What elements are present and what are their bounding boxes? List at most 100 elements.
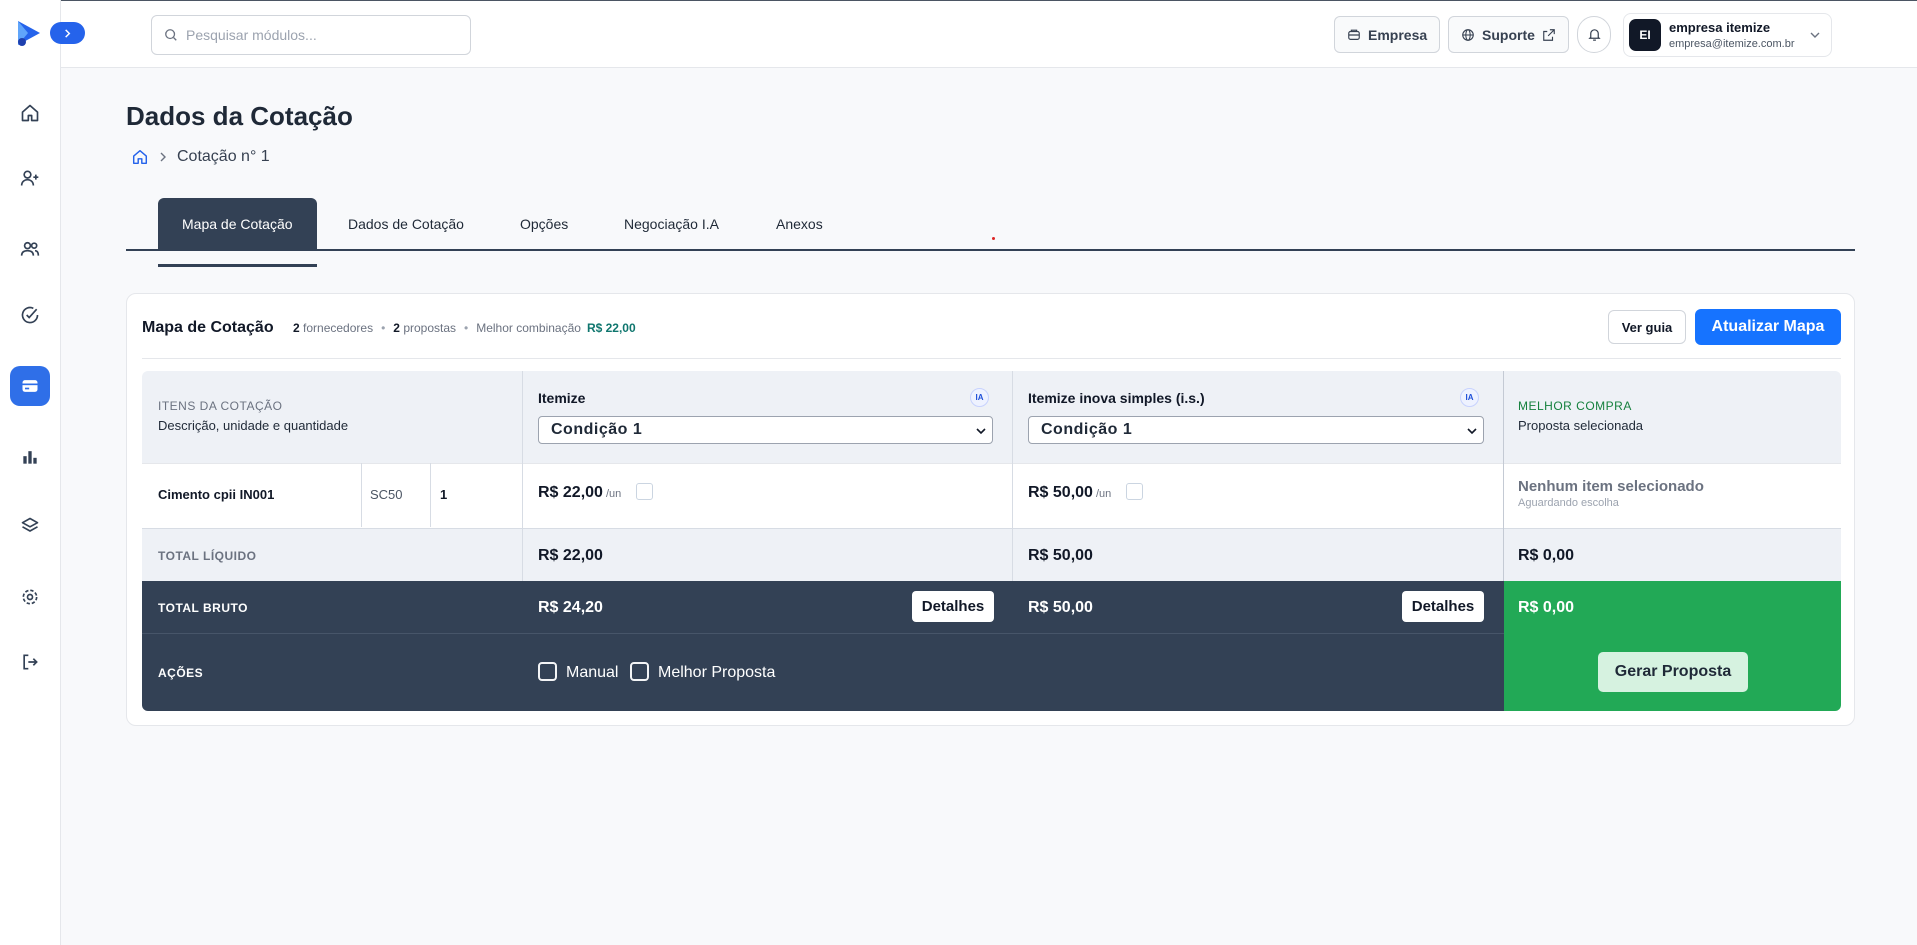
melhor-proposta-label: Melhor Proposta — [658, 664, 776, 681]
condition-select[interactable]: Condição 1 — [538, 416, 993, 444]
select-item-checkbox[interactable] — [1126, 483, 1143, 500]
tab-bar: Mapa de Cotação Dados de Cotação Opções … — [126, 198, 1855, 251]
breadcrumb-current: Cotação n° 1 — [177, 148, 270, 165]
ia-badge: IA — [1460, 388, 1479, 407]
price-value: R$ 50,00 — [1028, 484, 1093, 501]
user-plus-icon — [20, 170, 39, 186]
user-email: empresa@itemize.com.br — [1669, 38, 1795, 50]
column-divider — [430, 463, 431, 527]
empresa-label: Empresa — [1368, 26, 1428, 43]
tab-opcoes[interactable]: Opções — [520, 198, 568, 249]
itens-subheader: Descrição, unidade e quantidade — [158, 418, 349, 433]
chevron-right-icon — [160, 152, 166, 162]
melhor-combinacao-value: R$ 22,00 — [586, 321, 636, 335]
price-value: R$ 22,00 — [538, 484, 603, 501]
search-box[interactable] — [151, 15, 471, 55]
logo-icon[interactable] — [14, 18, 44, 48]
chevron-down-icon — [1810, 32, 1820, 38]
item-unit: SC50 — [370, 487, 403, 502]
best-total-liquido: R$ 0,00 — [1518, 547, 1575, 564]
nav-users[interactable] — [10, 229, 50, 269]
external-link-icon — [1543, 28, 1555, 41]
price-unit: /un — [605, 488, 622, 500]
column-divider — [522, 371, 523, 581]
item-quantity: 1 — [440, 487, 448, 502]
nav-logout[interactable] — [10, 642, 50, 682]
ia-badge: IA — [970, 388, 989, 407]
card-title: Mapa de Cotação — [142, 319, 274, 336]
melhor-proposta-checkbox[interactable] — [630, 662, 649, 681]
acoes-label: AÇÕES — [158, 666, 204, 680]
column-divider — [1012, 371, 1013, 581]
condition-value: Condição 1 — [551, 421, 643, 438]
cotacao-table: ITENS DA COTAÇÃO Descrição, unidade e qu… — [142, 371, 1841, 711]
notifications-button[interactable] — [1577, 16, 1611, 53]
nav-add-user[interactable] — [10, 158, 50, 198]
itens-header: ITENS DA COTAÇÃO — [158, 399, 283, 413]
divider — [142, 358, 1841, 359]
cursor-artifact — [992, 237, 995, 240]
total-bruto-label: TOTAL BRUTO — [158, 601, 248, 615]
detalhes-button[interactable]: Detalhes — [1402, 591, 1484, 622]
total-liquido-row — [142, 528, 1841, 581]
gerar-proposta-button[interactable]: Gerar Proposta — [1598, 652, 1748, 692]
logout-icon — [23, 654, 38, 670]
unit-price: R$ 22,00/un — [538, 484, 621, 502]
tab-mapa-de-cotacao[interactable]: Mapa de Cotação — [158, 198, 317, 249]
nav-reports[interactable] — [10, 437, 50, 477]
supplier-name: Itemize inova simples (i.s.) — [1028, 390, 1205, 406]
nav-wallet[interactable] — [10, 366, 50, 406]
nav-layers[interactable] — [10, 506, 50, 546]
nav-home[interactable] — [10, 93, 50, 133]
chevron-down-icon — [1467, 428, 1477, 435]
supplier-name: Itemize — [538, 390, 586, 406]
user-name: empresa itemize — [1669, 20, 1771, 35]
condition-select[interactable]: Condição 1 — [1028, 416, 1484, 444]
tab-dados-de-cotacao[interactable]: Dados de Cotação — [348, 198, 464, 249]
mapa-cotacao-card: Mapa de Cotação 2 fornecedores • 2 propo… — [126, 293, 1855, 726]
expand-sidebar-button[interactable] — [50, 22, 85, 44]
globe-icon — [1462, 28, 1474, 41]
empresa-button[interactable]: Empresa — [1334, 16, 1441, 53]
suporte-button[interactable]: Suporte — [1448, 16, 1569, 53]
acoes-row — [142, 633, 1504, 711]
melhor-compra-subheader: Proposta selecionada — [1518, 418, 1644, 433]
best-total-bruto: R$ 0,00 — [1518, 599, 1575, 616]
propostas-label: propostas — [403, 321, 457, 335]
user-menu[interactable]: EI empresa itemize empresa@itemize.com.b… — [1623, 13, 1832, 57]
bar-chart-icon — [23, 451, 37, 464]
melhor-compra-header: MELHOR COMPRA — [1518, 399, 1632, 413]
nav-settings[interactable] — [10, 577, 50, 617]
suporte-label: Suporte — [1482, 26, 1535, 43]
tab-anexos[interactable]: Anexos — [776, 198, 823, 249]
select-item-checkbox[interactable] — [636, 483, 653, 500]
nav-approvals[interactable] — [10, 295, 50, 335]
item-description: Cimento cpii IN001 — [158, 487, 275, 502]
users-icon — [20, 241, 40, 256]
detalhes-button[interactable]: Detalhes — [912, 591, 994, 622]
avatar: EI — [1629, 19, 1661, 51]
settings-icon — [22, 589, 38, 605]
nenhum-item-label: Nenhum item selecionado — [1518, 478, 1704, 495]
ver-guia-button[interactable]: Ver guia — [1608, 310, 1686, 344]
total-bruto-value: R$ 50,00 — [1028, 599, 1093, 616]
aguardando-label: Aguardando escolha — [1518, 497, 1619, 509]
building-icon — [1348, 29, 1360, 40]
sidebar — [0, 0, 61, 945]
search-input[interactable] — [186, 27, 446, 43]
atualizar-mapa-button[interactable]: Atualizar Mapa — [1695, 309, 1841, 345]
propostas-count: 2 — [393, 321, 400, 335]
total-bruto-value: R$ 24,20 — [538, 599, 603, 616]
home-icon[interactable] — [131, 148, 149, 166]
manual-checkbox[interactable] — [538, 662, 557, 681]
condition-value: Condição 1 — [1041, 421, 1133, 438]
total-liquido-value: R$ 22,00 — [538, 547, 603, 564]
unit-price: R$ 50,00/un — [1028, 484, 1111, 502]
tab-negociacao-ia[interactable]: Negociação I.A — [624, 198, 719, 249]
top-bar: Empresa Suporte EI empresa itemize empre… — [61, 0, 1917, 68]
manual-label: Manual — [566, 664, 619, 681]
check-circle-icon — [21, 306, 39, 324]
column-divider — [1503, 371, 1504, 581]
price-unit: /un — [1095, 488, 1112, 500]
page-title: Dados da Cotação — [126, 101, 353, 131]
